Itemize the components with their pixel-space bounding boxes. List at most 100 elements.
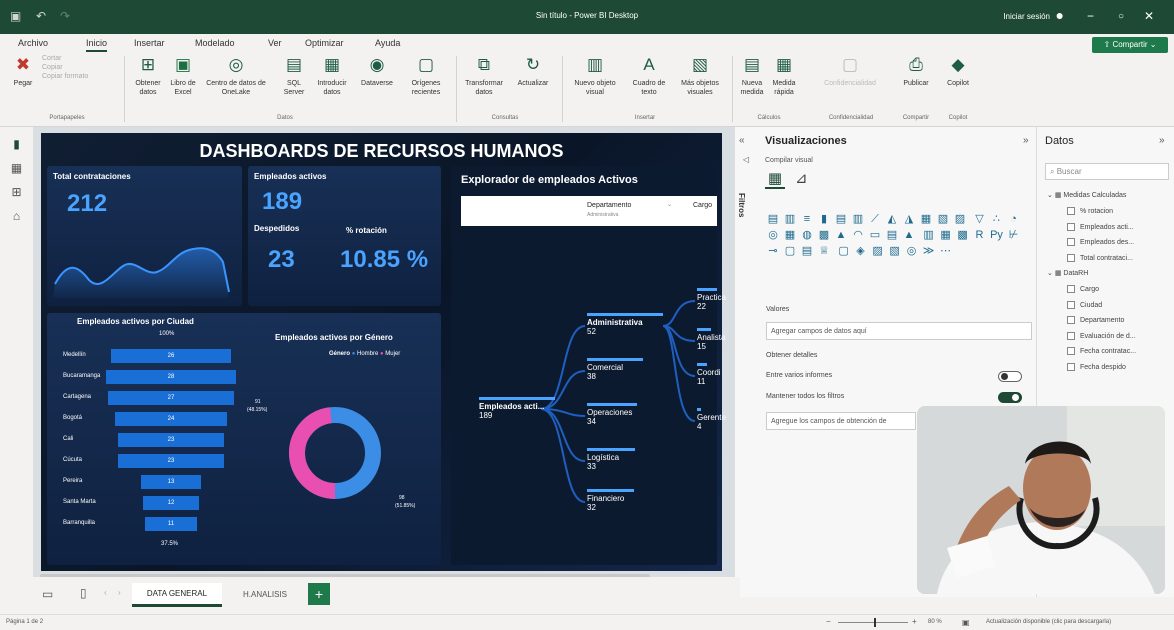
100-bar-icon[interactable]: ▤ bbox=[834, 213, 848, 226]
update-available-link[interactable]: Actualización disponible (clic para desc… bbox=[986, 619, 1111, 625]
tree-node[interactable]: Practica 22 bbox=[697, 293, 726, 311]
menu-inicio[interactable]: Inicio bbox=[86, 38, 108, 52]
report-view-icon[interactable]: ▮ bbox=[0, 137, 33, 151]
cut-button[interactable]: Cortar bbox=[42, 54, 120, 63]
menu-ayuda[interactable]: Ayuda bbox=[375, 38, 400, 48]
keep-filters-toggle[interactable] bbox=[998, 392, 1022, 403]
table-icon[interactable]: ▦ bbox=[939, 229, 953, 242]
stacked-column-icon[interactable]: ▥ bbox=[783, 213, 797, 226]
paginated-icon[interactable]: ▢ bbox=[837, 245, 851, 258]
sensitivity-button[interactable]: ▢ Confidencialidad bbox=[812, 54, 888, 88]
key-influencers-icon[interactable]: ⊬ bbox=[1007, 229, 1021, 242]
clustered-bar-icon[interactable]: ≡ bbox=[800, 213, 814, 226]
more-visuals-icon[interactable]: ⋯ bbox=[939, 245, 953, 258]
slicer-icon[interactable]: ▥ bbox=[922, 229, 936, 242]
data-field[interactable]: Evaluación de d... bbox=[1067, 331, 1136, 340]
map-icon[interactable]: ◍ bbox=[800, 229, 814, 242]
excel-button[interactable]: ▣ Libro de Excel bbox=[168, 54, 198, 97]
data-field[interactable]: Total contrataci... bbox=[1067, 253, 1133, 262]
funnel-bar[interactable]: 12 bbox=[143, 496, 199, 510]
textbox-button[interactable]: A Cuadro de texto bbox=[626, 54, 672, 97]
matrix-icon[interactable]: ▩ bbox=[956, 229, 970, 242]
tree-col-dept-chevron[interactable]: ⌄ bbox=[667, 201, 672, 208]
stacked-bar-icon[interactable]: ▤ bbox=[766, 213, 780, 226]
qa-icon[interactable]: ▢ bbox=[783, 245, 797, 258]
paste-button[interactable]: ✖ Pegar bbox=[8, 54, 38, 88]
tree-node[interactable]: Comercial 38 bbox=[587, 363, 623, 381]
collapse-data-icon[interactable]: » bbox=[1159, 135, 1165, 146]
trophy-icon[interactable]: ♕ bbox=[817, 245, 831, 258]
funnel-bar[interactable]: 27 bbox=[108, 391, 234, 405]
field-checkbox[interactable] bbox=[1067, 222, 1075, 231]
funnel-bar[interactable]: 11 bbox=[145, 517, 197, 531]
zoom-out-icon[interactable]: − bbox=[826, 617, 831, 626]
field-checkbox[interactable] bbox=[1067, 300, 1075, 309]
maximize-button[interactable]: ○ bbox=[1118, 11, 1124, 22]
onelake-button[interactable]: ◎ Centro de datos de OneLake bbox=[200, 54, 272, 97]
minimize-button[interactable]: − bbox=[1087, 9, 1094, 23]
collapse-viz-icon[interactable]: » bbox=[1023, 135, 1029, 146]
get-data-button[interactable]: ⊞ Obtener datos bbox=[130, 54, 166, 97]
field-checkbox[interactable] bbox=[1067, 362, 1075, 371]
data-field[interactable]: Fecha contratac... bbox=[1067, 347, 1136, 355]
tree-root-node[interactable]: Empleados acti... 189 bbox=[479, 402, 544, 420]
data-search-input[interactable]: ⌕ Buscar bbox=[1045, 163, 1169, 180]
dax-view-icon[interactable]: ⌂ bbox=[0, 209, 33, 223]
area-chart-icon[interactable]: ◭ bbox=[885, 213, 899, 226]
field-checkbox[interactable] bbox=[1067, 331, 1075, 340]
publish-button[interactable]: ⎙ Publicar bbox=[896, 54, 936, 88]
menu-archivo[interactable]: Archivo bbox=[18, 38, 48, 48]
card-total-hires[interactable]: Total contrataciones 212 bbox=[47, 166, 242, 306]
100-column-icon[interactable]: ▥ bbox=[851, 213, 865, 226]
tree-node[interactable]: Gerente 4 bbox=[697, 413, 726, 431]
filled-map-icon[interactable]: ▩ bbox=[817, 229, 831, 242]
table-view-icon[interactable]: ▦ bbox=[0, 161, 33, 175]
clustered-column-icon[interactable]: ▮ bbox=[817, 213, 831, 226]
drill-drop-field[interactable]: Agregue los campos de obtención de bbox=[766, 412, 916, 430]
build-visual-icon[interactable]: ▦ bbox=[765, 169, 785, 189]
account-icon[interactable]: ● bbox=[1056, 7, 1064, 23]
enter-data-button[interactable]: ▦ Introducir datos bbox=[312, 54, 352, 97]
mobile-layout-icon[interactable]: ▯ bbox=[80, 586, 87, 600]
close-button[interactable]: ✕ bbox=[1144, 9, 1154, 23]
scatter-icon[interactable]: ∴ bbox=[990, 213, 1004, 226]
kpi-icon[interactable]: ▲ bbox=[902, 229, 916, 242]
prev-page-icon[interactable]: ‹ bbox=[104, 588, 107, 597]
waterfall-icon[interactable]: ▨ bbox=[953, 213, 967, 226]
smart-narrative-icon[interactable]: ▧ bbox=[888, 245, 902, 258]
line-chart-icon[interactable]: ⟋ bbox=[868, 213, 882, 226]
tab-h-analisis[interactable]: H.ANALISIS bbox=[226, 583, 304, 607]
azure-map-icon[interactable]: ▲ bbox=[834, 229, 848, 242]
decomposition-tree-icon[interactable]: ⊸ bbox=[766, 245, 780, 258]
data-field[interactable]: Empleados des... bbox=[1067, 238, 1134, 246]
tree-node[interactable]: Analista 15 bbox=[697, 333, 725, 351]
tree-col-role[interactable]: Cargo bbox=[693, 202, 712, 209]
arcgis-icon[interactable]: ◎ bbox=[905, 245, 919, 258]
report-canvas[interactable]: DASHBOARDS DE RECURSOS HUMANOS Total con… bbox=[41, 133, 726, 571]
new-visual-button[interactable]: ▥ Nuevo objeto visual bbox=[566, 54, 624, 97]
copy-button[interactable]: Copiar bbox=[42, 63, 120, 72]
data-table[interactable]: ⌄ ▦ DataRH bbox=[1047, 269, 1088, 277]
filters-arrow-icon[interactable]: ◁ bbox=[743, 155, 749, 164]
sql-button[interactable]: ▤ SQL Server bbox=[280, 54, 308, 97]
menu-modelado[interactable]: Modelado bbox=[195, 38, 235, 48]
field-checkbox[interactable] bbox=[1067, 253, 1075, 262]
menu-optimizar[interactable]: Optimizar bbox=[305, 38, 344, 48]
data-table[interactable]: ⌄ ▦ Medidas Calculadas bbox=[1047, 191, 1126, 199]
r-visual-icon[interactable]: R bbox=[973, 229, 987, 242]
data-field[interactable]: Departamento bbox=[1067, 316, 1124, 324]
tree-col-dept[interactable]: Departamento bbox=[587, 202, 631, 209]
card-active-employees[interactable]: Empleados activos 189 Despedidos 23 % ro… bbox=[248, 166, 441, 306]
multirow-card-icon[interactable]: ▤ bbox=[885, 229, 899, 242]
tree-node[interactable]: Operaciones 34 bbox=[587, 408, 632, 426]
cross-report-toggle[interactable] bbox=[998, 371, 1022, 382]
treemap-icon[interactable]: ▦ bbox=[783, 229, 797, 242]
next-page-icon[interactable]: › bbox=[118, 588, 121, 597]
zoom-slider[interactable] bbox=[838, 618, 908, 627]
ribbon-chart-icon[interactable]: ▧ bbox=[936, 213, 950, 226]
line-column-icon[interactable]: ▦ bbox=[919, 213, 933, 226]
data-field[interactable]: Empleados acti... bbox=[1067, 222, 1134, 231]
card-city-gender[interactable]: Empleados activos por Ciudad 100% Medell… bbox=[47, 313, 441, 565]
power-apps-icon[interactable]: ◈ bbox=[854, 245, 868, 258]
desktop-layout-icon[interactable]: ▭ bbox=[42, 587, 53, 601]
